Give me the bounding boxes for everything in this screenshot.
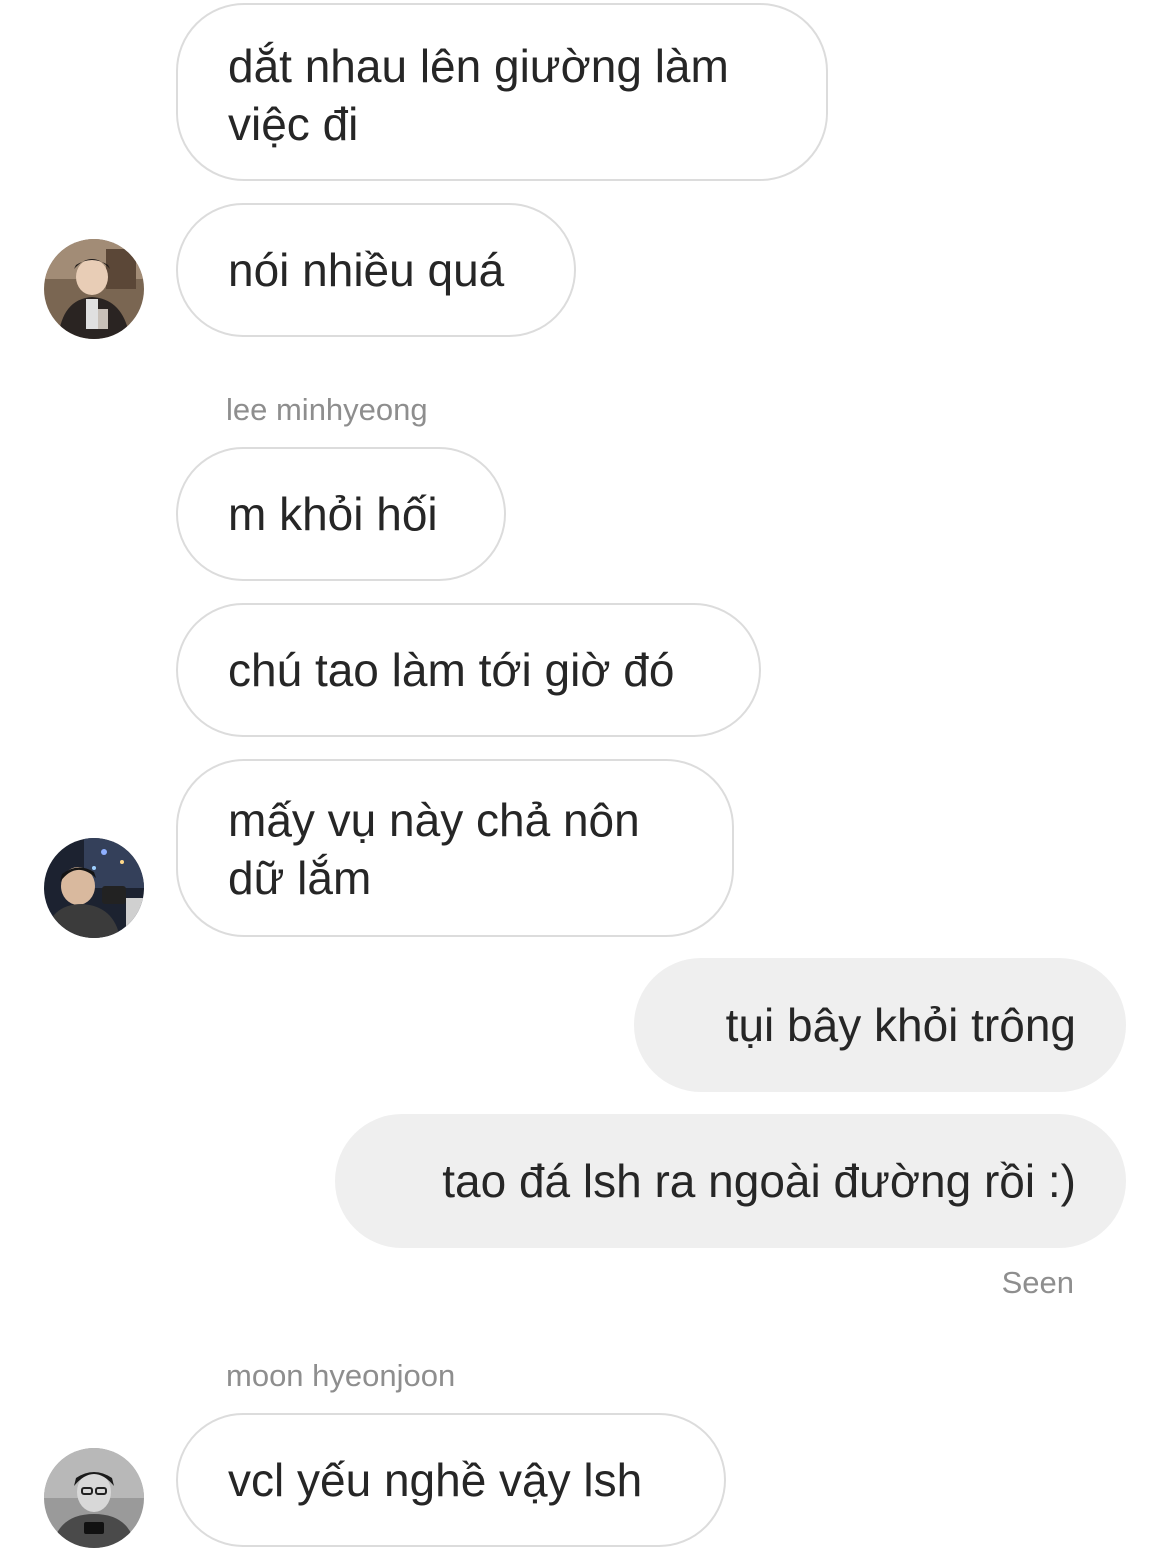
message-text-line: chú tao làm tới giờ đó bbox=[228, 644, 675, 696]
message-text-line: m khỏi hối bbox=[228, 488, 438, 540]
avatar-moon-hyeonjoon[interactable] bbox=[44, 1448, 144, 1548]
message-bubble-outgoing[interactable]: tụi bây khỏi trông bbox=[634, 958, 1126, 1092]
message-bubble[interactable]: chú tao làm tới giờ đó bbox=[176, 603, 761, 737]
seen-indicator: Seen bbox=[1001, 1265, 1074, 1300]
message-text-line: dữ lắm bbox=[228, 852, 372, 904]
sender-name: lee minhyeong bbox=[226, 392, 428, 427]
sender-name: moon hyeonjoon bbox=[226, 1358, 456, 1393]
message-text-line: tụi bây khỏi trông bbox=[725, 999, 1076, 1051]
message-text-line: việc đi bbox=[228, 98, 359, 150]
message-bubble[interactable]: mấy vụ này chả nôn dữ lắm bbox=[176, 759, 734, 937]
message-text-line: tao đá lsh ra ngoài đường rồi :) bbox=[442, 1155, 1076, 1207]
message-text-line: nói nhiều quá bbox=[228, 244, 505, 296]
message-bubble[interactable]: nói nhiều quá bbox=[176, 203, 576, 337]
message-text-line: mấy vụ này chả nôn bbox=[228, 794, 640, 846]
message-text-line: dắt nhau lên giường làm bbox=[228, 40, 729, 92]
profile-photo-icon bbox=[44, 1448, 144, 1548]
avatar-lee-minhyeong[interactable] bbox=[44, 838, 144, 938]
message-bubble-outgoing[interactable]: tao đá lsh ra ngoài đường rồi :) bbox=[335, 1114, 1126, 1248]
profile-photo-icon bbox=[44, 239, 144, 339]
message-text-line: vcl yếu nghề vậy lsh bbox=[228, 1454, 643, 1506]
avatar-user-1[interactable] bbox=[44, 239, 144, 339]
message-bubble[interactable]: dắt nhau lên giường làm việc đi bbox=[176, 3, 828, 181]
message-bubble[interactable]: vcl yếu nghề vậy lsh bbox=[176, 1413, 726, 1547]
message-bubble[interactable]: m khỏi hối bbox=[176, 447, 506, 581]
profile-photo-icon bbox=[44, 838, 144, 938]
